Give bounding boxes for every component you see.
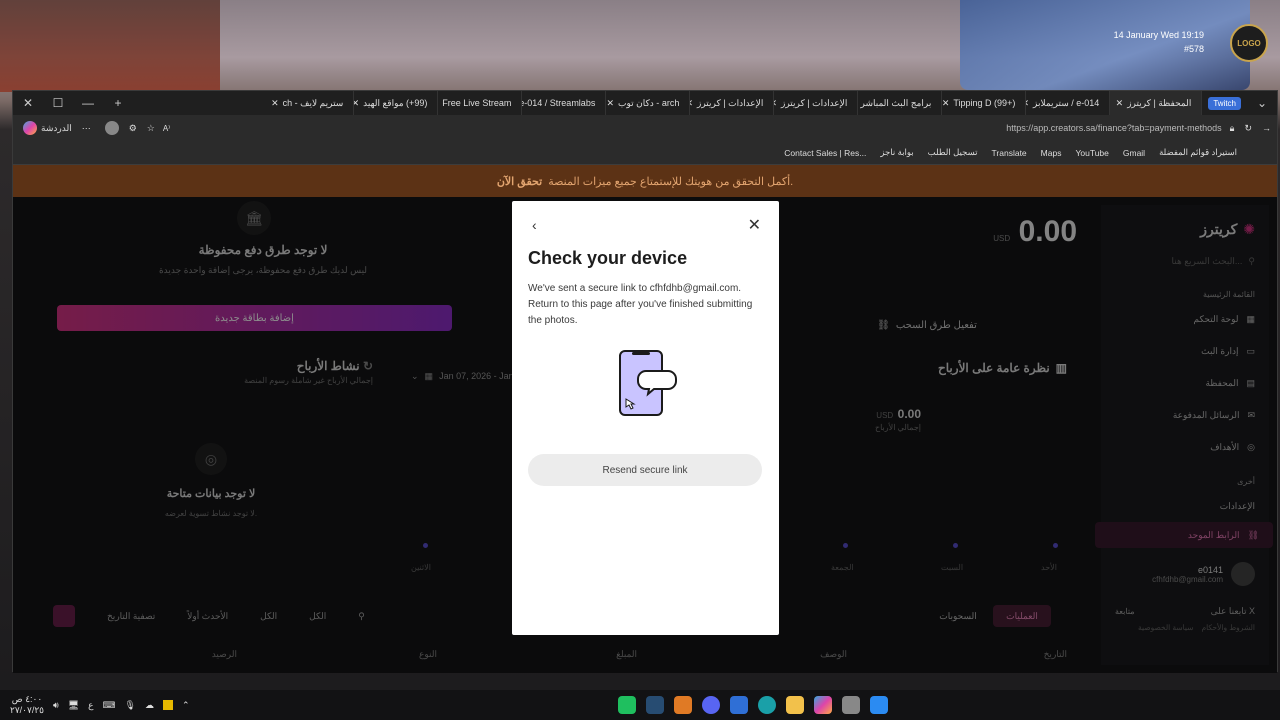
- tab-bar: ✕ ☐ — + المحفظة | كريترز ✕ e-014 / ستريملا…: [13, 91, 1277, 115]
- keyboard-icon[interactable]: ⌨︎: [103, 700, 116, 711]
- minimize-window-icon[interactable]: —: [73, 96, 103, 110]
- cloud-icon[interactable]: ☁︎: [145, 700, 154, 711]
- more-icon[interactable]: ⋯: [82, 123, 91, 134]
- clock-time: ٤:٠٠ ص: [11, 694, 43, 704]
- game-billboard: [960, 0, 1250, 90]
- tab-label: arch - دكان توب: [618, 97, 680, 108]
- tab-label: e-014 / Streamlabs: [522, 98, 596, 108]
- bookmark-item[interactable]: Maps: [1041, 148, 1062, 158]
- tab-close-icon[interactable]: ✕: [1116, 98, 1124, 109]
- app-icon-gray[interactable]: [842, 696, 860, 714]
- app-icon-green[interactable]: [618, 696, 636, 714]
- tab-label: الإعدادات | كريترز: [780, 97, 848, 108]
- discord-icon[interactable]: [702, 696, 720, 714]
- app-icon-orange[interactable]: [674, 696, 692, 714]
- tab-close-icon[interactable]: ✕: [942, 98, 949, 109]
- browser-tab[interactable]: (99+) مواقع الهيد ✕: [354, 91, 439, 115]
- banner-link[interactable]: تحقق الآن: [497, 175, 542, 188]
- hud-player-id: #578: [1183, 44, 1204, 54]
- tab-label: Free Live Stream: [442, 98, 512, 108]
- tab-label: المحفظة | كريترز: [1127, 97, 1192, 108]
- chevron-down-icon[interactable]: ⌄: [1247, 96, 1277, 110]
- browser-tab[interactable]: الإعدادات | كريترز✕: [774, 91, 859, 115]
- verify-device-modal: ‹ ✕ Check your device We've sent a secur…: [512, 201, 779, 635]
- browser-tab[interactable]: المحفظة | كريترز ✕: [1110, 91, 1203, 115]
- edge-icon[interactable]: [758, 696, 776, 714]
- bookmark-item[interactable]: استيراد قوائم المفضلة: [1159, 147, 1237, 158]
- chevron-up-icon[interactable]: ⌃: [182, 700, 190, 711]
- browser-tab[interactable]: ستريم لايف - ch ✕: [270, 91, 355, 115]
- copilot-icon[interactable]: [814, 696, 832, 714]
- bookmark-item[interactable]: Gmail: [1123, 148, 1145, 158]
- tab-label: برامج البث المباشر: [860, 97, 932, 108]
- browser-tab[interactable]: Free Live Stream✕: [438, 91, 523, 115]
- mic-icon[interactable]: 🎙︎: [125, 700, 136, 711]
- url-field[interactable]: https://app.creators.sa/finance?tab=paym…: [1006, 123, 1221, 133]
- store-icon[interactable]: [730, 696, 748, 714]
- bookmark-item[interactable]: تسجيل الطلب: [928, 147, 978, 158]
- clock-date: ٢٧/٠٧/٢٥: [10, 705, 45, 715]
- extensions-icon[interactable]: ⚙: [129, 123, 137, 134]
- bookmarks-bar: Contact Sales | Res... بوابة ناجز تسجيل ال…: [13, 141, 1277, 165]
- resend-link-button[interactable]: Resend secure link: [528, 454, 762, 486]
- browser-tab[interactable]: الإعدادات | كريترز✕: [690, 91, 775, 115]
- phone-illustration-icon: [619, 350, 677, 416]
- twitch-badge[interactable]: Twitch: [1208, 96, 1241, 110]
- tab-close-icon[interactable]: ✕: [606, 98, 614, 109]
- game-hud: 14 January Wed 19:19 #578: [1114, 28, 1204, 56]
- tab-close-icon[interactable]: ✕: [1026, 98, 1029, 109]
- tab-label: ستريم لايف - ch: [282, 97, 344, 108]
- browser-tab[interactable]: برامج البث المباشر✕: [858, 91, 943, 115]
- volume-icon[interactable]: 🔊︎: [53, 700, 59, 711]
- hud-datetime: 14 January Wed 19:19: [1113, 30, 1204, 40]
- bookmark-item[interactable]: Contact Sales | Res...: [784, 148, 866, 158]
- lock-icon[interactable]: 🔒︎: [1230, 123, 1235, 134]
- forward-icon[interactable]: →: [1262, 123, 1271, 133]
- network-icon[interactable]: 🖥︎: [68, 700, 79, 711]
- app-tray-icon[interactable]: [162, 700, 173, 710]
- copilot-icon[interactable]: [23, 121, 37, 135]
- close-window-icon[interactable]: ✕: [13, 96, 43, 110]
- browser-tab[interactable]: Tipping D (99+) ✕: [942, 91, 1027, 115]
- verification-banner: تحقق الآن أكمل التحقق من هويتك للإستمتاع…: [13, 165, 1277, 197]
- resend-label: Resend secure link: [602, 464, 688, 476]
- copilot-label[interactable]: الدردشة: [41, 123, 72, 134]
- language-indicator[interactable]: ع: [88, 700, 93, 711]
- folder-icon[interactable]: [786, 696, 804, 714]
- system-tray: ٤:٠٠ ص ٢٧/٠٧/٢٥ 🔊︎ 🖥︎ ع ⌨︎ 🎙︎ ☁︎ ⌃: [10, 690, 189, 720]
- steam-icon[interactable]: [646, 696, 664, 714]
- banner-text: أكمل التحقق من هويتك للإستمتاع جميع ميزا…: [548, 175, 794, 188]
- maximize-window-icon[interactable]: ☐: [43, 96, 73, 110]
- browser-tab[interactable]: e-014 / ستريملابز ✕: [1026, 91, 1111, 115]
- windows-start-icon[interactable]: [870, 696, 888, 714]
- tab-label: (99+) مواقع الهيد: [363, 97, 428, 108]
- tab-close-icon[interactable]: ✕: [690, 98, 693, 109]
- browser-tab[interactable]: arch - دكان توب ✕: [606, 91, 691, 115]
- tab-label: e-014 / ستريملابز: [1033, 97, 1100, 108]
- favorites-icon[interactable]: ☆: [147, 123, 155, 134]
- tab-close-icon[interactable]: ✕: [354, 98, 359, 109]
- browser-tab[interactable]: e-014 / Streamlabs✕: [522, 91, 607, 115]
- back-icon[interactable]: ‹: [532, 217, 537, 233]
- address-bar-row: الدردشة ⋯ ⚙ ☆ A⁾ https://app.creators.sa…: [13, 115, 1277, 141]
- tab-label: الإعدادات | كريترز: [696, 97, 764, 108]
- tab-close-icon[interactable]: ✕: [774, 98, 777, 109]
- bookmark-item[interactable]: YouTube: [1075, 148, 1108, 158]
- game-building: [0, 0, 220, 92]
- bookmark-item[interactable]: Translate: [992, 148, 1027, 158]
- tab-label: Tipping D (99+): [953, 98, 1016, 108]
- clock[interactable]: ٤:٠٠ ص ٢٧/٠٧/٢٥: [10, 694, 44, 716]
- modal-title: Check your device: [528, 248, 688, 268]
- read-aloud-icon[interactable]: A⁾: [163, 124, 170, 133]
- modal-message: We've sent a secure link to cfhfdhb@gmai…: [528, 283, 753, 326]
- taskbar: [0, 690, 1280, 720]
- close-icon[interactable]: ✕: [748, 215, 761, 235]
- bookmark-item[interactable]: بوابة ناجز: [880, 147, 913, 158]
- profile-icon[interactable]: [104, 121, 119, 135]
- new-tab-icon[interactable]: +: [103, 96, 133, 110]
- refresh-icon[interactable]: ↻: [1244, 123, 1252, 134]
- tab-close-icon[interactable]: ✕: [271, 98, 279, 109]
- server-logo: LOGO: [1230, 24, 1268, 62]
